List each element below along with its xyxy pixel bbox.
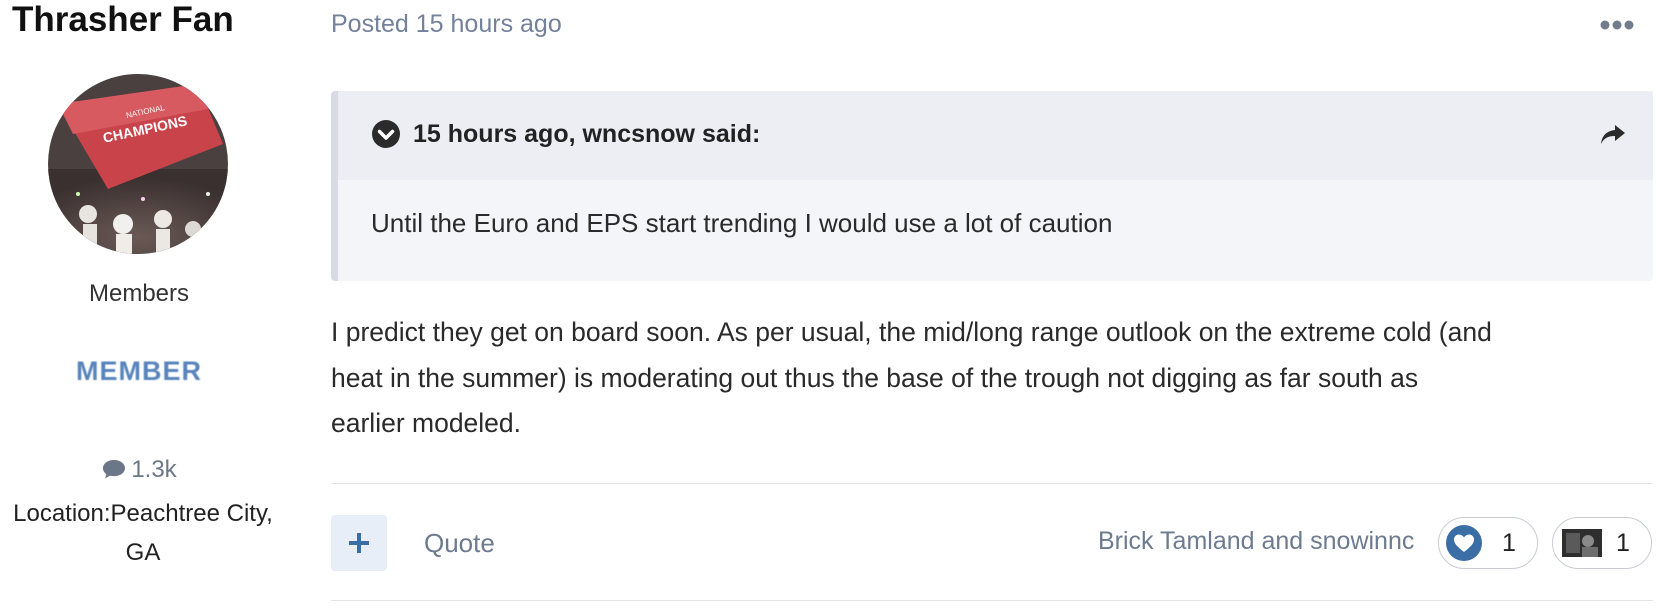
reaction-image-count: 1: [1616, 529, 1630, 557]
member-group: Members: [88, 280, 190, 307]
reaction-image[interactable]: 1: [1552, 517, 1652, 569]
post-line-3: earlier modeled.: [331, 408, 522, 438]
comment-icon: [101, 458, 127, 487]
author-name[interactable]: Thrasher Fan: [12, 0, 234, 40]
location-line-2: GA: [125, 539, 161, 566]
post-line-1: I predict they get on board soon. As per…: [331, 317, 1492, 347]
quote-button[interactable]: Quote: [424, 528, 495, 559]
quote-header: 15 hours ago, wncsnow said:: [338, 91, 1653, 180]
multiquote-button[interactable]: [331, 515, 387, 571]
reaction-like-count: 1: [1502, 529, 1516, 557]
quote-citation[interactable]: 15 hours ago, wncsnow said:: [413, 120, 760, 149]
heart-icon: [1446, 525, 1482, 566]
post-content: I predict they get on board soon. As per…: [331, 310, 1661, 447]
post-line-2: heat in the summer) is moderating out th…: [331, 362, 1419, 393]
author-panel: Thrasher Fan NATIONAL CHAMPIONS Members …: [0, 0, 273, 610]
location-line-1: Location:Peachtree City,: [13, 500, 273, 527]
reactors-link[interactable]: Brick Tamland and snowinnc: [1098, 527, 1414, 556]
post-timestamp[interactable]: Posted 15 hours ago: [331, 10, 562, 39]
quote-text: Until the Euro and EPS start trending I …: [371, 208, 1113, 238]
location: Location:Peachtree City, GA: [0, 494, 292, 572]
rank-badge: MEMBER: [76, 356, 202, 386]
chevron-down-icon[interactable]: [371, 119, 401, 154]
share-arrow-icon[interactable]: [1599, 123, 1627, 152]
post-count-value: 1.3k: [131, 456, 177, 483]
reaction-like[interactable]: 1: [1438, 517, 1538, 569]
avatar[interactable]: NATIONAL CHAMPIONS: [48, 74, 228, 254]
plus-icon: [349, 533, 369, 553]
post-count: 1.3k: [0, 456, 278, 487]
divider-top: [331, 483, 1653, 484]
quote-block: 15 hours ago, wncsnow said: Until the Eu…: [331, 91, 1653, 281]
more-options-icon[interactable]: [1600, 18, 1634, 37]
divider-bottom: [331, 600, 1653, 601]
image-reaction-icon: [1562, 529, 1602, 562]
